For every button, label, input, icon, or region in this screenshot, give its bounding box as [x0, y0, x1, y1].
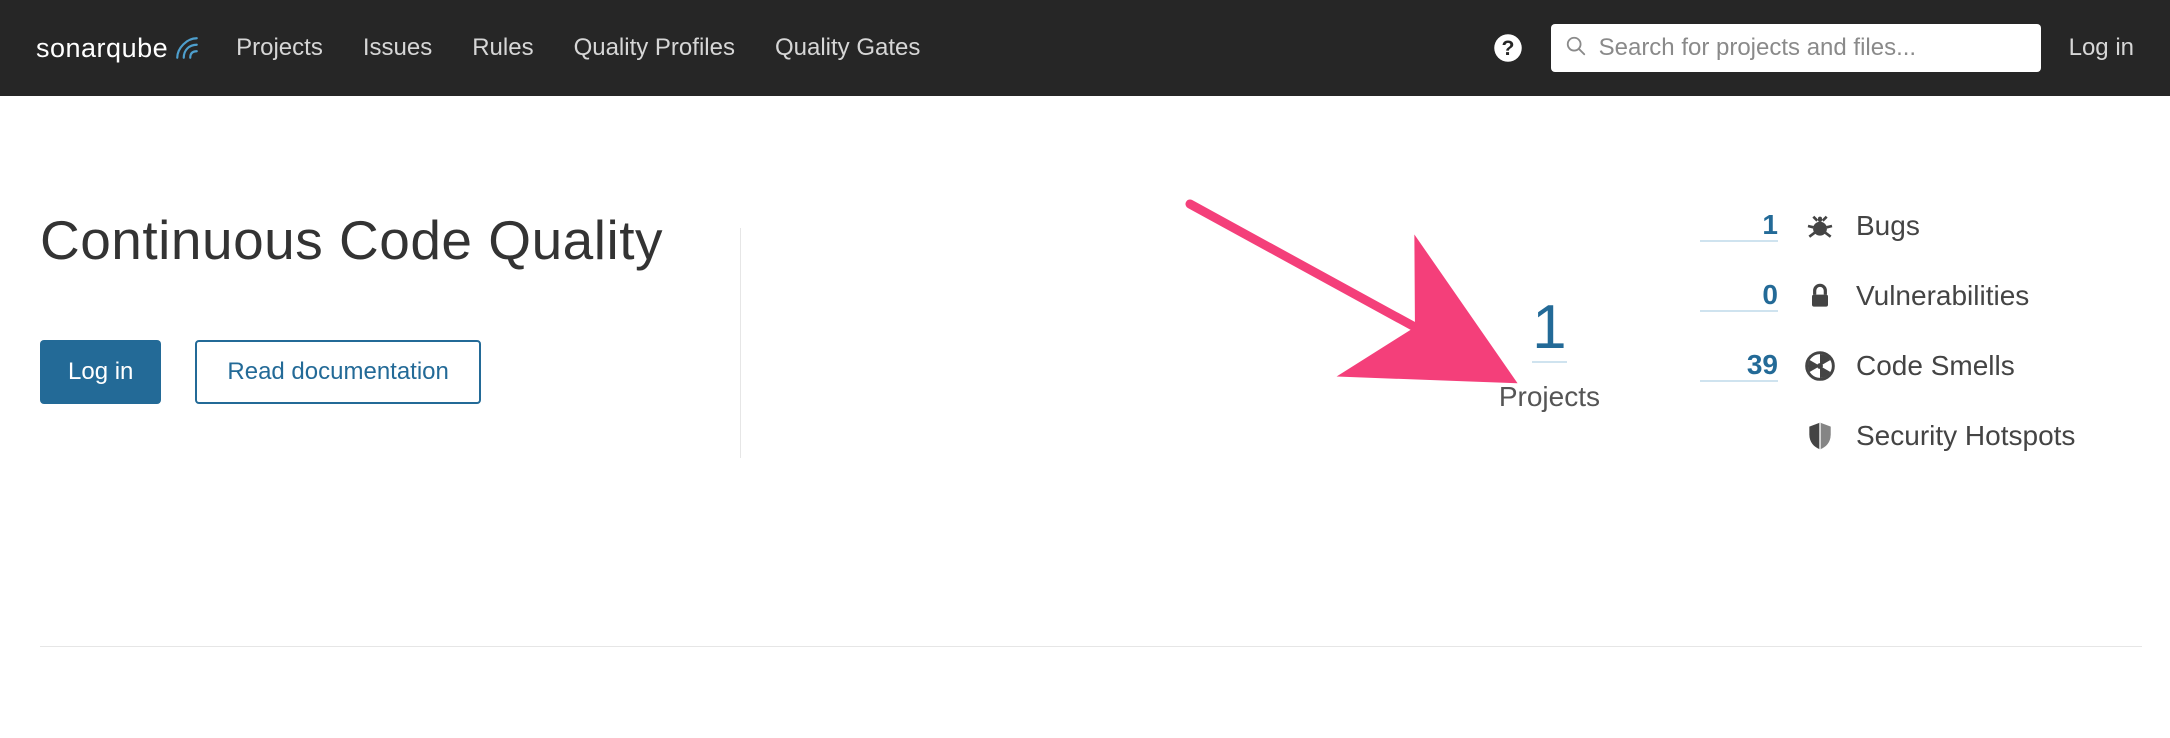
header: sonarqube Projects Issues Rules Quality …: [0, 0, 2170, 96]
bugs-label: Bugs: [1856, 210, 1920, 242]
code-smells-label: Code Smells: [1856, 350, 2015, 382]
logo-text-right: qube: [106, 33, 168, 64]
horizontal-divider: [40, 646, 2142, 647]
logo-waves-icon: [174, 35, 200, 61]
code-smells-count[interactable]: 39: [1700, 350, 1778, 381]
shield-icon: [1804, 420, 1836, 452]
bugs-count[interactable]: 1: [1700, 210, 1778, 241]
projects-block: 1 Projects: [1499, 297, 1600, 413]
col-right: 1 Bugs 0: [1700, 204, 2130, 488]
bug-icon: [1804, 210, 1836, 242]
col-left: Continuous Code Quality Log in Read docu…: [40, 204, 740, 488]
projects-label: Projects: [1499, 381, 1600, 413]
vulnerabilities-count[interactable]: 0: [1700, 280, 1778, 311]
metric-bugs: 1 Bugs: [1700, 208, 2130, 244]
radiation-icon: [1804, 350, 1836, 382]
search-box[interactable]: [1551, 24, 2041, 72]
page-title: Continuous Code Quality: [40, 208, 740, 272]
lock-icon: [1804, 280, 1836, 312]
login-button[interactable]: Log in: [40, 340, 161, 404]
security-hotspots-label: Security Hotspots: [1856, 420, 2075, 452]
help-icon[interactable]: ?: [1493, 33, 1523, 63]
header-login-link[interactable]: Log in: [2069, 34, 2134, 62]
header-right: ? Log in: [1493, 24, 2134, 72]
read-documentation-button[interactable]: Read documentation: [195, 340, 480, 404]
main: Continuous Code Quality Log in Read docu…: [0, 96, 2170, 488]
button-row: Log in Read documentation: [40, 340, 740, 404]
nav-projects[interactable]: Projects: [236, 34, 323, 62]
vulnerabilities-label: Vulnerabilities: [1856, 280, 2029, 312]
search-input[interactable]: [1599, 34, 2041, 62]
logo-text-left: sonar: [36, 33, 106, 64]
nav-issues[interactable]: Issues: [363, 34, 432, 62]
col-mid: 1 Projects: [741, 204, 1700, 488]
nav-quality-gates[interactable]: Quality Gates: [775, 34, 920, 62]
metric-security-hotspots: Security Hotspots: [1700, 418, 2130, 454]
svg-text:?: ?: [1501, 36, 1514, 60]
sonarqube-logo[interactable]: sonarqube: [36, 33, 200, 64]
nav-quality-profiles[interactable]: Quality Profiles: [574, 34, 735, 62]
nav: Projects Issues Rules Quality Profiles Q…: [236, 34, 920, 62]
nav-rules[interactable]: Rules: [472, 34, 533, 62]
metric-vulnerabilities: 0 Vulnerabilities: [1700, 278, 2130, 314]
metric-code-smells: 39 Code Smells: [1700, 348, 2130, 384]
projects-count[interactable]: 1: [1532, 297, 1566, 363]
search-icon: [1565, 35, 1587, 62]
